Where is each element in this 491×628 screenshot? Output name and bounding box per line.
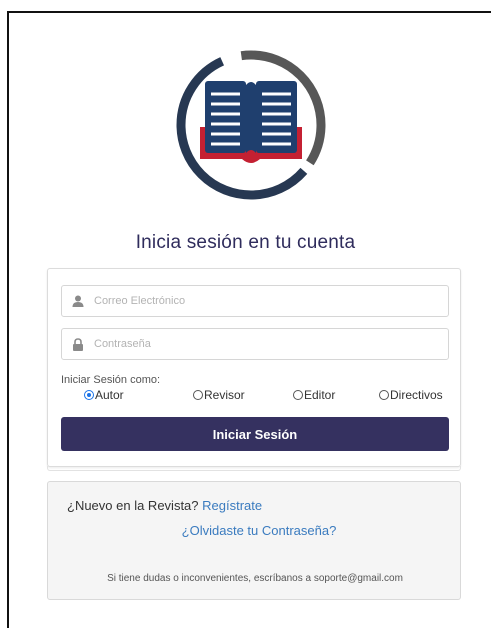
user-icon	[62, 295, 94, 307]
radio-label: Editor	[304, 388, 336, 402]
help-panel: ¿Nuevo en la Revista? Regístrate ¿Olvida…	[47, 481, 461, 600]
password-field[interactable]	[61, 328, 449, 360]
radio-autor[interactable]: Autor	[84, 388, 124, 402]
radio-button-selected[interactable]	[84, 390, 94, 400]
role-label: Iniciar Sesión como:	[61, 374, 161, 386]
email-field[interactable]	[61, 285, 449, 317]
radio-directivos[interactable]: Directivos	[379, 388, 443, 402]
register-prompt: ¿Nuevo en la Revista? Regístrate	[67, 498, 262, 513]
radio-button[interactable]	[379, 390, 389, 400]
email-input[interactable]	[94, 286, 448, 316]
lock-icon	[62, 337, 94, 351]
login-card: Iniciar Sesión como: Autor Revisor Edito…	[47, 268, 461, 471]
radio-label: Directivos	[390, 388, 443, 402]
forgot-password-link[interactable]: ¿Olvidaste tu Contraseña?	[48, 523, 462, 538]
page-title: Inicia sesión en tu cuenta	[135, 232, 356, 253]
radio-button[interactable]	[293, 390, 303, 400]
register-prompt-text: ¿Nuevo en la Revista?	[67, 498, 199, 513]
radio-revisor[interactable]: Revisor	[193, 388, 245, 402]
radio-label: Autor	[95, 388, 124, 402]
password-input[interactable]	[94, 329, 448, 359]
radio-label: Revisor	[204, 388, 245, 402]
register-link[interactable]: Regístrate	[202, 498, 262, 513]
login-button[interactable]: Iniciar Sesión	[61, 417, 449, 451]
radio-button[interactable]	[193, 390, 203, 400]
book-logo-icon	[172, 49, 330, 201]
role-radio-group: Autor Revisor Editor Directivos	[78, 388, 458, 406]
radio-editor[interactable]: Editor	[293, 388, 335, 402]
support-text: Si tiene dudas o inconvenientes, escríba…	[107, 573, 403, 584]
